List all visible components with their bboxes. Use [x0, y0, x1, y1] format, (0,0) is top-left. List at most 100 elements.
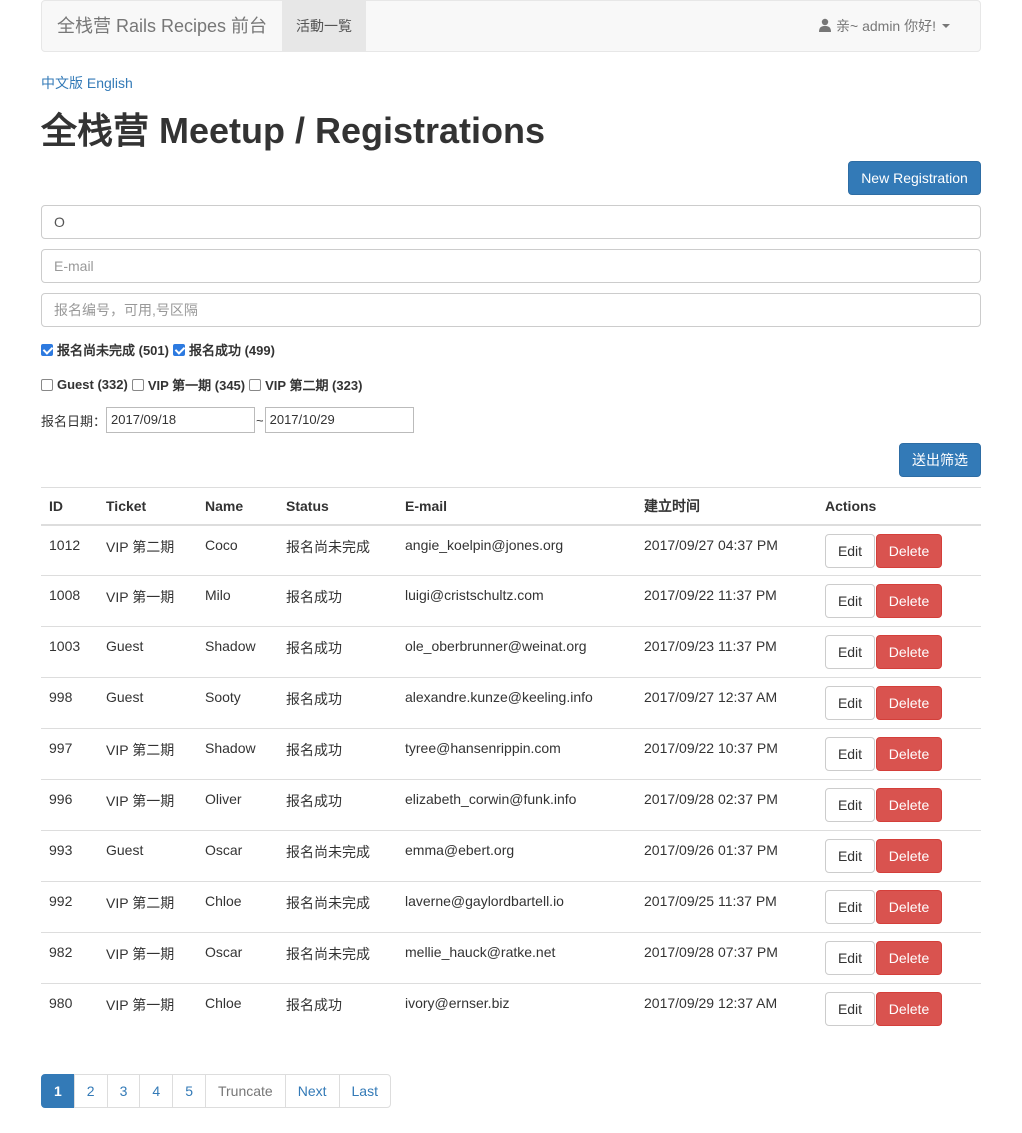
delete-button[interactable]: Delete [876, 890, 942, 924]
delete-button[interactable]: Delete [876, 584, 942, 618]
cell-created: 2017/09/28 02:37 PM [636, 779, 817, 831]
cell-ticket: VIP 第二期 [98, 881, 197, 933]
cell-status: 报名尚未完成 [278, 932, 397, 984]
ticket-checkbox-vip1[interactable]: VIP 第一期 (345) [131, 375, 245, 394]
cell-status: 报名成功 [278, 575, 397, 627]
cell-name: Coco [197, 524, 278, 576]
email-filter-input[interactable] [41, 249, 981, 283]
cell-id: 998 [41, 677, 98, 729]
cell-created: 2017/09/23 11:37 PM [636, 626, 817, 678]
cell-email: angie_koelpin@jones.org [397, 524, 636, 576]
delete-button[interactable]: Delete [876, 788, 942, 822]
user-icon [819, 18, 832, 32]
cell-created: 2017/09/27 12:37 AM [636, 677, 817, 729]
checkbox-unchecked[interactable] [41, 378, 53, 391]
page-link-1[interactable]: 1 [41, 1074, 75, 1108]
caret-down-icon [942, 24, 950, 28]
page-link-next[interactable]: Next [284, 1074, 340, 1108]
delete-button[interactable]: Delete [876, 839, 942, 873]
page-link-truncate: Truncate [204, 1074, 286, 1108]
submit-filter-button[interactable]: 送出筛选 [899, 443, 981, 477]
edit-button[interactable]: Edit [825, 737, 875, 771]
page-link-2[interactable]: 2 [73, 1074, 108, 1108]
cell-name: Chloe [197, 881, 278, 933]
cell-created: 2017/09/29 12:37 AM [636, 983, 817, 1035]
pagination: 1 2 3 4 5 Truncate Next Last [41, 1074, 391, 1108]
edit-button[interactable]: Edit [825, 839, 875, 873]
date-from-input[interactable]: 2017/09/18 [106, 407, 256, 433]
cell-name: Milo [197, 575, 278, 627]
edit-button[interactable]: Edit [825, 686, 875, 720]
ids-filter-input[interactable] [41, 293, 981, 327]
nav-item-events[interactable]: 活動一覧 [282, 1, 367, 51]
delete-button[interactable]: Delete [876, 737, 942, 771]
navbar-brand[interactable]: 全栈营 Rails Recipes 前台 [42, 1, 282, 51]
delete-button[interactable]: Delete [876, 635, 942, 669]
page-link-last[interactable]: Last [338, 1074, 391, 1108]
col-created: 建立时间 [636, 487, 817, 526]
cell-actions: Edit Delete [817, 728, 981, 780]
cell-actions: Edit Delete [817, 881, 981, 933]
date-to-input[interactable]: 2017/10/29 [264, 407, 414, 433]
user-menu[interactable]: 亲~ admin 你好! [818, 1, 950, 51]
cell-name: Sooty [197, 677, 278, 729]
edit-button[interactable]: Edit [825, 788, 875, 822]
checkbox-unchecked[interactable] [131, 378, 144, 391]
cell-ticket: VIP 第一期 [98, 575, 197, 627]
cell-id: 992 [41, 881, 98, 933]
table-row: 993 Guest Oscar 报名尚未完成 emma@ebert.org 2017/09… [41, 830, 981, 882]
table-row: 1008 VIP 第一期 Milo 报名成功 luigi@cristschultz.co… [41, 575, 981, 627]
delete-button[interactable]: Delete [876, 941, 942, 975]
delete-button[interactable]: Delete [876, 686, 942, 720]
page-link-3[interactable]: 3 [106, 1074, 141, 1108]
edit-button[interactable]: Edit [825, 890, 875, 924]
cell-id: 997 [41, 728, 98, 780]
cell-ticket: VIP 第二期 [98, 728, 197, 780]
checkbox-unchecked[interactable] [249, 378, 262, 391]
edit-button[interactable]: Edit [825, 635, 875, 669]
col-actions: Actions [817, 487, 981, 526]
cell-created: 2017/09/28 07:37 PM [636, 932, 817, 984]
status-filters: 报名尚未完成 (501) 报名成功 (499) [41, 340, 279, 359]
cell-actions: Edit Delete [817, 983, 981, 1035]
page-container: 全栈营 Rails Recipes 前台 活動一覧 亲~ admin 你好! 中… [41, 0, 981, 1108]
language-switcher: 中文版 English [41, 73, 981, 93]
lang-zh-link[interactable]: 中文版 [41, 75, 83, 91]
cell-email: emma@ebert.org [397, 830, 636, 882]
cell-id: 980 [41, 983, 98, 1035]
checkbox-checked[interactable] [41, 343, 53, 356]
cell-status: 报名成功 [278, 728, 397, 780]
delete-button[interactable]: Delete [876, 533, 942, 568]
cell-created: 2017/09/26 01:37 PM [636, 830, 817, 882]
cell-actions: Edit Delete [817, 626, 981, 678]
cell-id: 1008 [41, 575, 98, 627]
table-row: 1003 Guest Shadow 报名成功 ole_oberbrunner@weina… [41, 626, 981, 678]
new-registration-button[interactable]: New Registration [848, 161, 981, 195]
delete-button[interactable]: Delete [876, 992, 942, 1026]
cell-name: Oscar [197, 932, 278, 984]
lang-en-link[interactable]: English [87, 75, 133, 91]
checkbox-checked[interactable] [172, 343, 185, 356]
edit-button[interactable]: Edit [825, 992, 875, 1026]
cell-name: Chloe [197, 983, 278, 1035]
page-link-4[interactable]: 4 [139, 1074, 174, 1108]
table-row: 996 VIP 第一期 Oliver 报名成功 elizabeth_corwin@fun… [41, 779, 981, 831]
date-separator: ~ [256, 412, 264, 428]
status-checkbox-pending[interactable]: 报名尚未完成 (501) [41, 340, 169, 359]
edit-button[interactable]: Edit [825, 941, 875, 975]
col-status: Status [278, 487, 397, 526]
cell-ticket: Guest [98, 830, 197, 882]
page-title: 全栈营 Meetup / Registrations [41, 110, 546, 151]
page-link-5[interactable]: 5 [172, 1074, 206, 1108]
status-checkbox-success[interactable]: 报名成功 (499) [172, 340, 275, 359]
edit-button[interactable]: Edit [825, 584, 875, 618]
ticket-checkbox-vip2[interactable]: VIP 第二期 (323) [249, 375, 362, 394]
registrations-table: ID Ticket Name Status E-mail 建立时间 Action… [41, 487, 981, 1035]
name-filter-input[interactable] [41, 205, 981, 239]
edit-button[interactable]: Edit [825, 533, 875, 568]
ticket-checkbox-guest[interactable]: Guest (332) [41, 377, 128, 392]
cell-created: 2017/09/22 10:37 PM [636, 728, 817, 780]
cell-email: tyree@hansenrippin.com [397, 728, 636, 780]
table-row: 992 VIP 第二期 Chloe 报名尚未完成 laverne@gaylordbart… [41, 881, 981, 933]
col-name: Name [197, 487, 278, 526]
